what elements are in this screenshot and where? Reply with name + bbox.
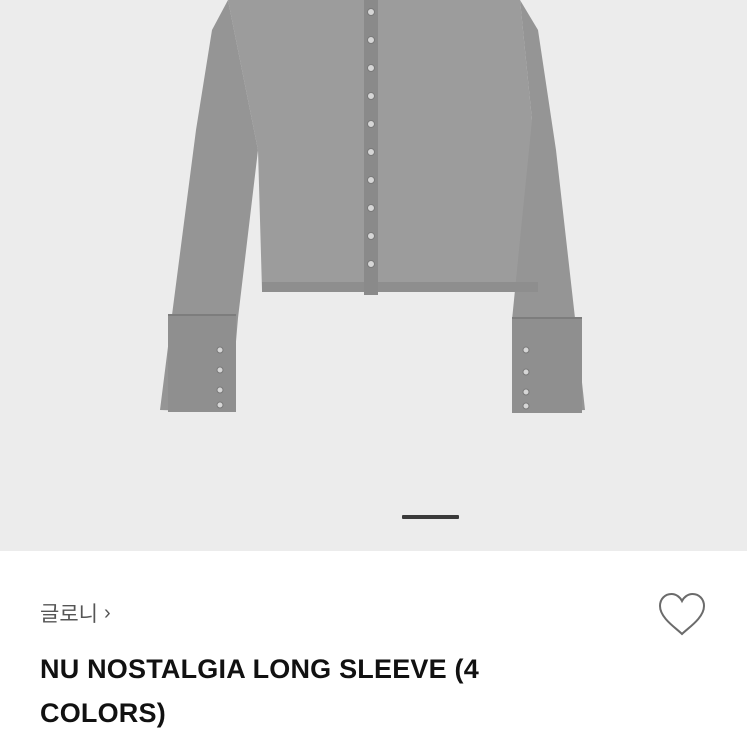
right-cuff: [512, 318, 582, 413]
chevron-right-icon: ›: [103, 601, 111, 624]
garment-body: [228, 0, 538, 290]
product-title: NU NOSTALGIA LONG SLEEVE (4 COLORS): [40, 654, 479, 728]
heart-icon[interactable]: [656, 591, 708, 637]
left-cuff: [168, 315, 236, 412]
garment-hem: [262, 282, 538, 292]
product-photo: [160, 0, 585, 413]
brand-link[interactable]: 글로니 ›: [40, 598, 111, 628]
carousel-indicator-active[interactable]: [402, 515, 459, 519]
button-placket: [364, 0, 378, 295]
product-image-gallery[interactable]: [0, 0, 747, 551]
product-info: 글로니 › NU NOSTALGIA LONG SLEEVE (4 COLORS…: [0, 551, 747, 747]
brand-name: 글로니: [40, 603, 98, 626]
